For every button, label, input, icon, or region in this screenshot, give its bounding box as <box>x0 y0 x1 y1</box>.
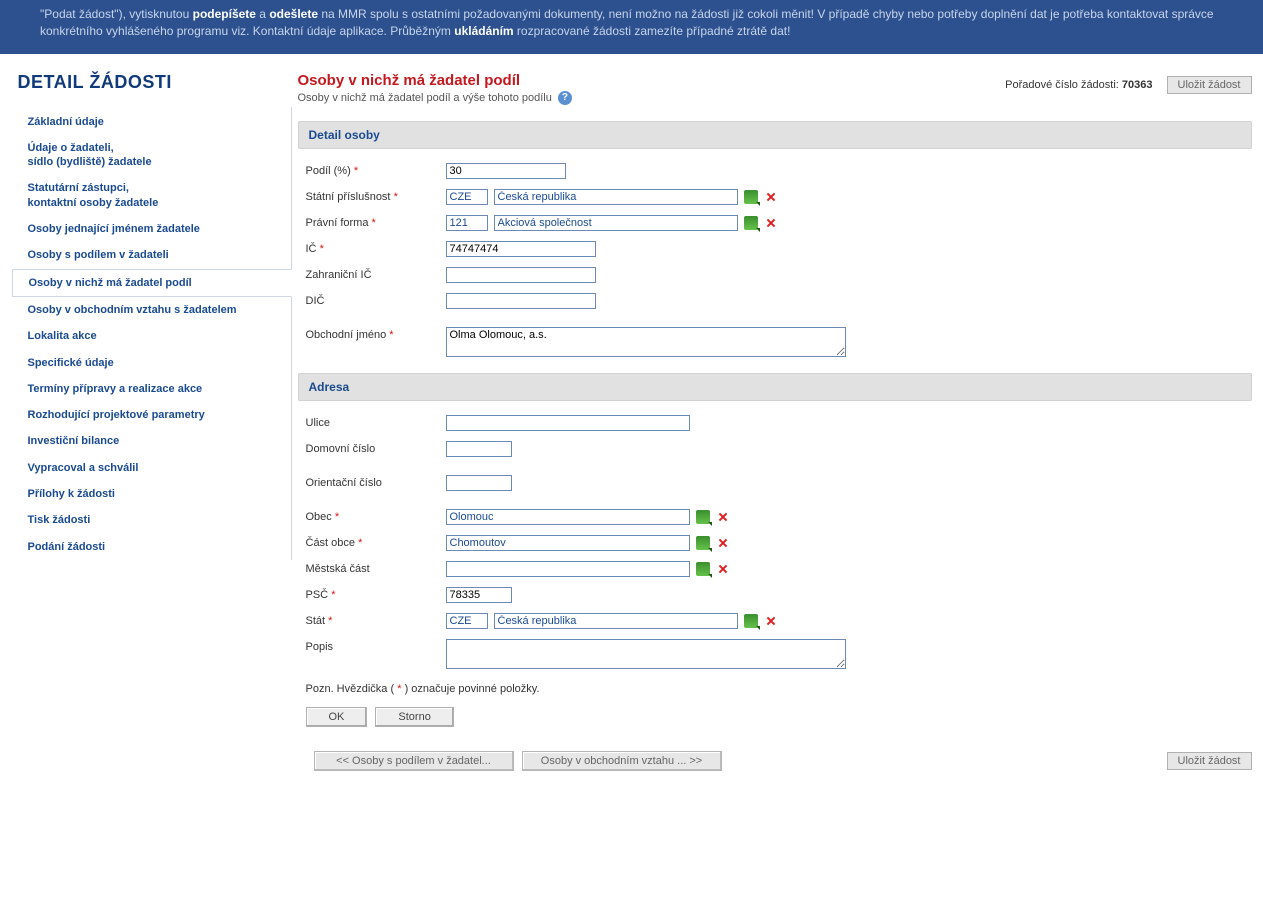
input-podil[interactable] <box>446 163 566 179</box>
top-info-bar: "Podat žádost"), vytisknutou podepíšete … <box>0 0 1263 54</box>
prev-page-button[interactable]: << Osoby s podílem v žadatel... <box>314 751 514 771</box>
lookup-icon[interactable] <box>696 510 710 524</box>
input-ulice[interactable] <box>446 415 690 431</box>
ok-button[interactable]: OK <box>306 707 368 727</box>
input-prislusnost-code[interactable] <box>446 189 488 205</box>
help-icon[interactable]: ? <box>558 91 572 105</box>
lookup-icon[interactable] <box>696 536 710 550</box>
label-prislusnost: Státní příslušnost <box>306 191 391 203</box>
nav-item-6[interactable]: Osoby v obchodním vztahu s žadatelem <box>12 297 291 323</box>
nav-item-13[interactable]: Přílohy k žádosti <box>12 481 291 507</box>
input-zahr-ic[interactable] <box>446 267 596 283</box>
label-dic: DIČ <box>306 295 325 307</box>
nav-item-9[interactable]: Termíny přípravy a realizace akce <box>12 376 291 402</box>
order-number: Pořadové číslo žádosti: 70363 <box>1005 79 1152 91</box>
label-zahr-ic: Zahraniční IČ <box>306 269 372 281</box>
input-or-cislo[interactable] <box>446 475 512 491</box>
input-forma-text[interactable] <box>494 215 738 231</box>
label-psc: PSČ <box>306 589 329 601</box>
section-header-detail: Detail osoby <box>298 121 1252 149</box>
clear-icon[interactable] <box>764 614 778 628</box>
section-header-adresa: Adresa <box>298 373 1252 401</box>
input-stat-text[interactable] <box>494 613 738 629</box>
label-obec: Obec <box>306 511 332 523</box>
input-psc[interactable] <box>446 587 512 603</box>
label-forma: Právní forma <box>306 217 369 229</box>
label-ulice: Ulice <box>306 417 330 429</box>
nav-item-15[interactable]: Podání žádosti <box>12 534 291 560</box>
input-cast-obce[interactable] <box>446 535 690 551</box>
content-subtitle: Osoby v nichž má žadatel podíl a výše to… <box>298 92 552 104</box>
page-heading: DETAIL ŽÁDOSTI <box>12 72 292 107</box>
input-prislusnost-text[interactable] <box>494 189 738 205</box>
label-podil: Podíl (%) <box>306 165 351 177</box>
input-dic[interactable] <box>446 293 596 309</box>
nav-item-4[interactable]: Osoby s podílem v žadateli <box>12 242 291 268</box>
lookup-icon[interactable] <box>744 216 758 230</box>
nav-item-10[interactable]: Rozhodující projektové parametry <box>12 402 291 428</box>
nav-item-11[interactable]: Investiční bilance <box>12 428 291 454</box>
lookup-icon[interactable] <box>696 562 710 576</box>
nav-item-14[interactable]: Tisk žádosti <box>12 507 291 533</box>
next-page-button[interactable]: Osoby v obchodním vztahu ... >> <box>522 751 722 771</box>
nav-item-1[interactable]: Údaje o žadateli,sídlo (bydliště) žadate… <box>12 135 291 176</box>
content-title: Osoby v nichž má žadatel podíl <box>298 72 572 89</box>
nav-item-7[interactable]: Lokalita akce <box>12 323 291 349</box>
clear-icon[interactable] <box>764 190 778 204</box>
clear-icon[interactable] <box>716 536 730 550</box>
input-popis[interactable] <box>446 639 846 669</box>
input-obch-jmeno[interactable] <box>446 327 846 357</box>
clear-icon[interactable] <box>716 510 730 524</box>
label-stat: Stát <box>306 615 326 627</box>
input-mestska-cast[interactable] <box>446 561 690 577</box>
label-or-cislo: Orientační číslo <box>306 477 382 489</box>
label-dom-cislo: Domovní číslo <box>306 443 376 455</box>
input-dom-cislo[interactable] <box>446 441 512 457</box>
input-obec[interactable] <box>446 509 690 525</box>
nav-item-12[interactable]: Vypracoval a schválil <box>12 455 291 481</box>
required-note: Pozn. Hvězdička ( * ) označuje povinné p… <box>306 683 1252 695</box>
input-stat-code[interactable] <box>446 613 488 629</box>
nav-item-2[interactable]: Statutární zástupci,kontaktní osoby žada… <box>12 175 291 216</box>
nav-item-5[interactable]: Osoby v nichž má žadatel podíl <box>12 269 292 297</box>
nav-item-3[interactable]: Osoby jednající jménem žadatele <box>12 216 291 242</box>
label-obch-jmeno: Obchodní jméno <box>306 329 387 341</box>
lookup-icon[interactable] <box>744 190 758 204</box>
clear-icon[interactable] <box>764 216 778 230</box>
save-button-top[interactable]: Uložit žádost <box>1167 76 1252 94</box>
nav-item-8[interactable]: Specifické údaje <box>12 350 291 376</box>
label-ic: IČ <box>306 243 317 255</box>
label-cast-obce: Část obce <box>306 537 356 549</box>
nav-item-0[interactable]: Základní údaje <box>12 109 291 135</box>
clear-icon[interactable] <box>716 562 730 576</box>
input-ic[interactable] <box>446 241 596 257</box>
lookup-icon[interactable] <box>744 614 758 628</box>
save-button-bottom[interactable]: Uložit žádost <box>1167 752 1252 770</box>
label-popis: Popis <box>306 641 334 653</box>
input-forma-code[interactable] <box>446 215 488 231</box>
side-nav: Základní údajeÚdaje o žadateli,sídlo (by… <box>12 107 292 560</box>
storno-button[interactable]: Storno <box>375 707 453 727</box>
label-mestska-cast: Městská část <box>306 563 370 575</box>
